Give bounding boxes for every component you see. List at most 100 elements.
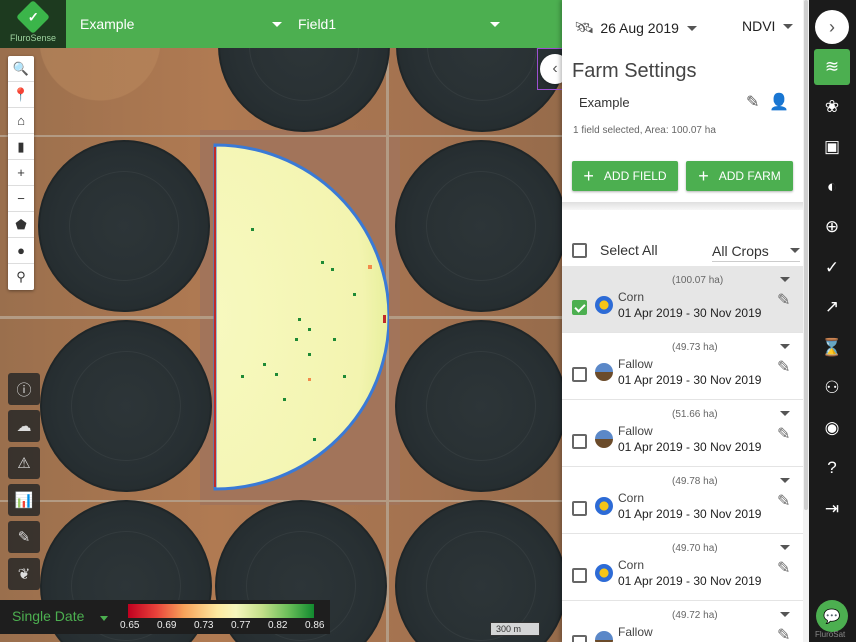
draw-icon[interactable]: ✎ (8, 521, 40, 553)
field-list-item[interactable]: (49.70 ha) Corn 01 Apr 2019 - 30 Nov 2019 ✎ (562, 534, 804, 601)
field-crop: Corn (618, 290, 645, 304)
field-select[interactable]: Field1 (298, 0, 500, 48)
field-crop: Corn (618, 491, 645, 505)
weather-icon[interactable]: ☁ (8, 410, 40, 442)
legend-tick: 0.73 (194, 620, 214, 631)
chevron-down-icon[interactable] (100, 616, 108, 621)
edit-field-icon[interactable]: ✎ (777, 491, 790, 511)
group-icon[interactable]: ⚇ (820, 376, 844, 400)
trend-icon[interactable]: ↗ (820, 295, 844, 319)
date-mode-select[interactable]: Single Date (12, 608, 84, 624)
field-crop: Fallow (618, 625, 653, 639)
chat-icon[interactable]: 💬 (816, 600, 848, 632)
edit-field-icon[interactable]: ✎ (777, 357, 790, 377)
add-farm-button[interactable]: + ADD FARM (686, 161, 793, 191)
field-area: (49.73 ha) (672, 342, 718, 353)
field-area: (100.07 ha) (672, 275, 724, 286)
home-icon[interactable]: ⌂ (8, 108, 34, 134)
divider (562, 202, 804, 210)
add-field-label: ADD FIELD (603, 169, 667, 183)
field-list-item[interactable]: (51.66 ha) Fallow 01 Apr 2019 - 30 Nov 201… (562, 400, 804, 467)
expand-rail-button[interactable]: › (815, 10, 849, 44)
add-field-button[interactable]: + ADD FIELD (572, 161, 678, 191)
ruler-icon[interactable]: ▮ (8, 134, 34, 160)
legend-tick: 0.69 (157, 620, 177, 631)
crops-filter-select[interactable]: All Crops (712, 240, 800, 262)
attribution: FluroSat (815, 630, 846, 639)
pin-icon[interactable]: 📍 (8, 82, 34, 108)
select-all-checkbox[interactable] (572, 242, 587, 258)
pivot-field (40, 320, 212, 492)
date-value: 26 Aug 2019 (600, 20, 679, 36)
chevron-down-icon[interactable] (780, 612, 790, 617)
search-icon[interactable]: 🔍 (8, 56, 34, 82)
field-list-item[interactable]: (49.78 ha) Corn 01 Apr 2019 - 30 Nov 2019 ✎ (562, 467, 804, 534)
logo-icon: ✓ (16, 0, 50, 34)
field-area: (49.70 ha) (672, 543, 718, 554)
scrollbar-thumb[interactable] (804, 0, 808, 510)
layer-select[interactable]: NDVI (742, 18, 794, 34)
map-layers-icon[interactable]: ≋ (814, 49, 850, 85)
zoom-out-icon[interactable]: − (8, 186, 34, 212)
field-checkbox[interactable] (572, 635, 587, 642)
info-icon[interactable]: ⓘ (8, 373, 40, 405)
logout-icon[interactable]: ⇥ (820, 497, 844, 521)
field-list-item[interactable]: (49.72 ha) Fallow ✎ (562, 601, 804, 642)
date-select[interactable]: 🛰 26 Aug 2019 (574, 18, 697, 38)
help-icon[interactable]: ? (820, 456, 844, 480)
chevron-down-icon[interactable] (780, 277, 790, 282)
add-user-icon[interactable]: 👤 (769, 92, 789, 112)
field-checkbox[interactable] (572, 300, 587, 315)
crop-icon[interactable]: ❀ (820, 95, 844, 119)
satellite-icon: 🛰 (574, 20, 595, 37)
polygon-icon[interactable]: ⬟ (8, 212, 34, 238)
right-rail: › ≋ ❀ ▣ ◐ ⊕ ✓ ↗ ⌛ ⚇ ◉? ⇥ 💬 (809, 0, 856, 642)
chevron-down-icon[interactable] (780, 411, 790, 416)
field-checkbox[interactable] (572, 568, 587, 583)
field-dates: 01 Apr 2019 - 30 Nov 2019 (618, 373, 762, 387)
images-icon[interactable]: ▣ (820, 135, 844, 159)
field-dates: 01 Apr 2019 - 30 Nov 2019 (618, 507, 762, 521)
scale-bar: 300 m (490, 622, 540, 636)
farm-settings-panel: 🛰 26 Aug 2019 NDVI Farm Settings Example… (562, 0, 804, 642)
edit-farm-icon[interactable]: ✎ (746, 92, 759, 112)
field-list-item[interactable]: (100.07 ha) Corn 01 Apr 2019 - 30 Nov 2019… (562, 266, 804, 333)
half-circle-icon[interactable]: ◐ (820, 175, 844, 199)
chevron-down-icon[interactable] (780, 478, 790, 483)
farm-select-value: Example (80, 16, 135, 32)
chevron-down-icon (490, 22, 500, 27)
field-checkbox[interactable] (572, 434, 587, 449)
field-boundary (213, 143, 389, 491)
chart-icon[interactable]: 📊 (8, 484, 40, 516)
edit-field-icon[interactable]: ✎ (777, 558, 790, 578)
logo[interactable]: ✓ FluroSense (0, 0, 66, 48)
panel-title: Farm Settings (572, 60, 697, 82)
warning-icon[interactable]: ⚠ (8, 447, 40, 479)
edit-field-icon[interactable]: ✎ (777, 625, 790, 642)
field-checkbox[interactable] (572, 501, 587, 516)
marker-icon[interactable]: ⚲ (8, 264, 34, 290)
ndvi-field-overlay[interactable] (213, 143, 389, 491)
field-dates: 01 Apr 2019 - 30 Nov 2019 (618, 574, 762, 588)
zones-icon[interactable]: ⊕ (820, 215, 844, 239)
pivot-field (38, 140, 210, 312)
edit-field-icon[interactable]: ✎ (777, 424, 790, 444)
field-area: (49.78 ha) (672, 476, 718, 487)
chevron-down-icon[interactable] (780, 344, 790, 349)
field-crop: Fallow (618, 424, 653, 438)
check-circle-icon[interactable]: ✓ (820, 256, 844, 280)
farm-select[interactable]: Example (80, 0, 282, 48)
selection-info: 1 field selected, Area: 100.07 ha (573, 125, 716, 136)
chevron-down-icon[interactable] (780, 545, 790, 550)
hourglass-icon[interactable]: ⌛ (820, 336, 844, 360)
edit-field-icon[interactable]: ✎ (777, 290, 790, 310)
leaf-icon[interactable]: ❦ (8, 558, 40, 590)
zoom-in-icon[interactable]: + (8, 160, 34, 186)
circle-icon[interactable]: ● (8, 238, 34, 264)
account-icon[interactable]: ◉ (820, 416, 844, 440)
add-farm-label: ADD FARM (718, 169, 781, 183)
legend-tick: 0.65 (120, 620, 140, 631)
ndvi-legend: Single Date 0.65 0.69 0.73 0.77 0.82 0.86 (0, 600, 330, 634)
field-checkbox[interactable] (572, 367, 587, 382)
field-list-item[interactable]: (49.73 ha) Fallow 01 Apr 2019 - 30 Nov 201… (562, 333, 804, 400)
